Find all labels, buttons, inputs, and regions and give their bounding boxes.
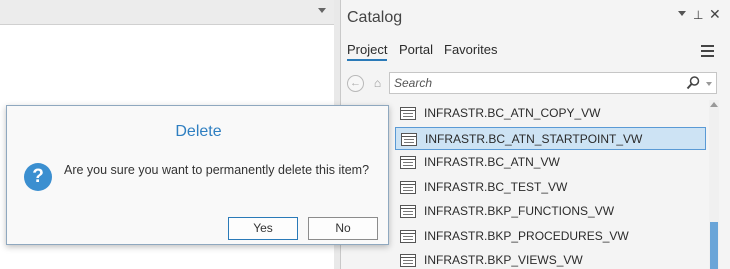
view-table-icon bbox=[400, 254, 416, 267]
tab-project[interactable]: Project bbox=[347, 42, 388, 61]
tab-list-dropdown-icon[interactable] bbox=[318, 8, 326, 13]
tree-item-label: INFRASTR.BC_TEST_VW bbox=[424, 179, 568, 194]
tab-favorites[interactable]: Favorites bbox=[444, 42, 497, 59]
tree-item-label: INFRASTR.BC_ATN_COPY_VW bbox=[424, 106, 601, 120]
question-icon: ? bbox=[24, 163, 52, 191]
delete-dialog: Delete ? Are you sure you want to perman… bbox=[6, 105, 389, 245]
catalog-pane: Catalog ⊥ ✕ Project Portal Favorites ← ⌂… bbox=[340, 0, 730, 269]
catalog-tree: INFRASTR.BC_ATN_COPY_VW INFRASTR.BC_ATN_S… bbox=[395, 102, 707, 269]
no-button[interactable]: No bbox=[308, 217, 378, 240]
catalog-title: Catalog bbox=[347, 9, 403, 26]
scroll-up-arrow-icon[interactable] bbox=[710, 102, 718, 107]
tree-item-label: INFRASTR.BC_ATN_VW bbox=[424, 155, 560, 169]
search-box bbox=[389, 72, 717, 94]
view-table-icon bbox=[400, 107, 416, 120]
tree-item-label: INFRASTR.BC_ATN_STARTPOINT_VW bbox=[425, 131, 643, 146]
close-icon[interactable]: ✕ bbox=[709, 6, 721, 23]
dialog-message: Are you sure you want to permanently del… bbox=[64, 163, 370, 177]
view-table-icon bbox=[401, 132, 417, 146]
tree-item[interactable]: INFRASTR.BC_ATN_STARTPOINT_VW bbox=[395, 126, 706, 150]
tab-portal[interactable]: Portal bbox=[399, 42, 433, 59]
tree-item[interactable]: INFRASTR.BC_ATN_VW bbox=[395, 151, 706, 174]
view-table-icon bbox=[400, 229, 416, 243]
document-tab-strip bbox=[0, 0, 334, 25]
search-icon[interactable] bbox=[686, 75, 700, 91]
scroll-thumb[interactable] bbox=[710, 222, 718, 269]
dialog-title: Delete bbox=[175, 123, 222, 140]
tree-item-label: INFRASTR.BKP_FUNCTIONS_VW bbox=[424, 204, 615, 218]
tree-item[interactable]: INFRASTR.BKP_VIEWS_VW bbox=[395, 249, 706, 269]
yes-button[interactable]: Yes bbox=[228, 217, 298, 240]
chevron-down-icon[interactable] bbox=[678, 11, 686, 16]
tree-item[interactable]: INFRASTR.BC_ATN_COPY_VW bbox=[395, 102, 706, 125]
vertical-scrollbar[interactable] bbox=[709, 100, 719, 269]
tree-item[interactable]: INFRASTR.BC_TEST_VW bbox=[395, 176, 706, 199]
pin-icon[interactable]: ⊥ bbox=[693, 8, 703, 22]
search-input[interactable] bbox=[394, 75, 674, 91]
home-icon[interactable]: ⌂ bbox=[369, 74, 386, 93]
search-options-dropdown-icon[interactable] bbox=[706, 82, 712, 86]
tree-item[interactable]: INFRASTR.BKP_PROCEDURES_VW bbox=[395, 225, 706, 248]
tree-item-label: INFRASTR.BKP_VIEWS_VW bbox=[424, 253, 583, 267]
view-table-icon bbox=[400, 180, 416, 194]
view-table-icon bbox=[400, 205, 416, 218]
view-table-icon bbox=[400, 156, 416, 169]
hamburger-menu-icon[interactable] bbox=[701, 45, 714, 57]
back-arrow-icon[interactable]: ← bbox=[347, 75, 364, 92]
tree-item-label: INFRASTR.BKP_PROCEDURES_VW bbox=[424, 228, 629, 243]
tree-item[interactable]: INFRASTR.BKP_FUNCTIONS_VW bbox=[395, 200, 706, 223]
